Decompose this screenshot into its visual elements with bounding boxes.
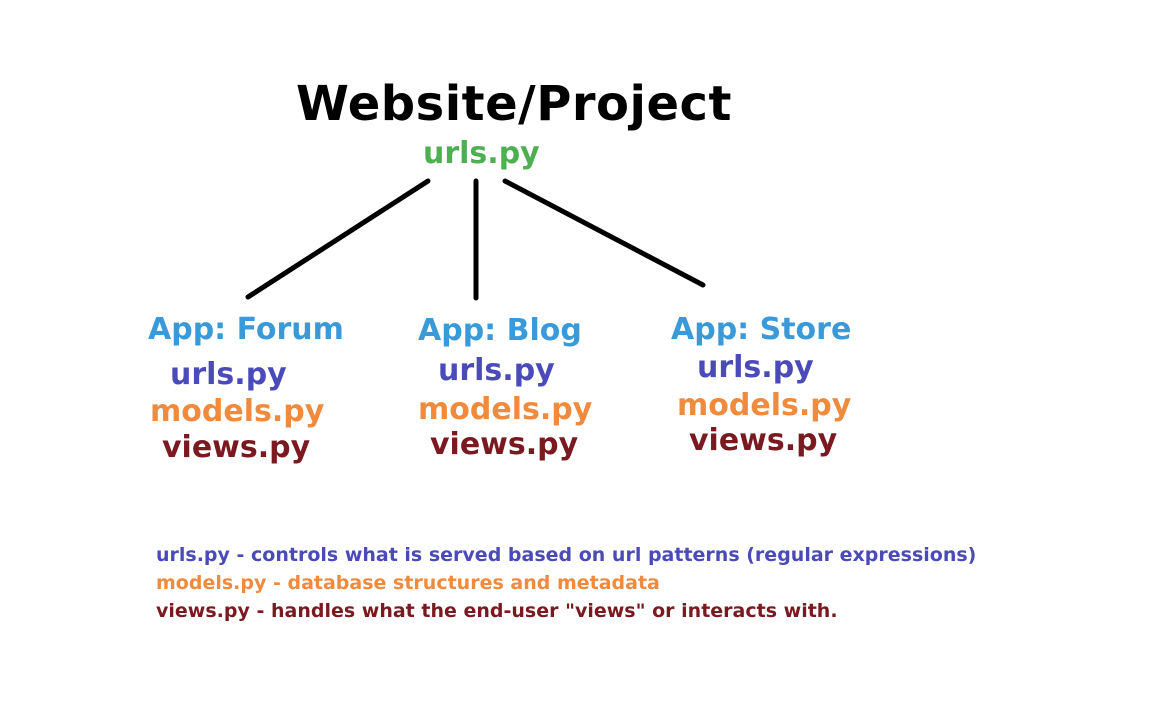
app-store-name: App: Store: [671, 312, 852, 347]
app-store-views-file: views.py: [689, 423, 838, 458]
app-forum-views-file: views.py: [162, 430, 311, 465]
app-forum-name: App: Forum: [148, 312, 344, 347]
app-blog-urls-file: urls.py: [438, 353, 555, 388]
root-urls-file: urls.py: [423, 136, 540, 171]
app-store-urls-file: urls.py: [697, 350, 814, 385]
app-forum-urls-file: urls.py: [170, 357, 287, 392]
app-blog-name: App: Blog: [418, 313, 582, 348]
app-blog-views-file: views.py: [430, 427, 579, 462]
diagram-title: Website/Project: [296, 76, 732, 132]
legend-models: models.py - database structures and meta…: [156, 572, 660, 594]
app-forum-models-file: models.py: [150, 394, 325, 429]
edge-to-forum: [245, 178, 431, 300]
app-store-models-file: models.py: [677, 388, 852, 423]
edge-to-store: [502, 178, 706, 288]
legend-urls: urls.py - controls what is served based …: [156, 544, 977, 566]
legend-views: views.py - handles what the end-user "vi…: [156, 600, 838, 622]
app-blog-models-file: models.py: [418, 392, 593, 427]
